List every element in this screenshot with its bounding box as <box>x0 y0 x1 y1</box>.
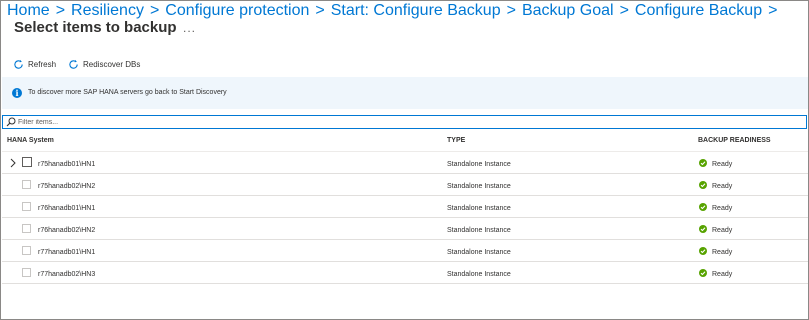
type-cell: Standalone Instance <box>447 161 511 168</box>
more-options-button[interactable]: ... <box>183 18 196 38</box>
breadcrumb-separator: > <box>506 2 516 19</box>
table-header: HANA System TYPE BACKUP READINESS <box>2 129 808 152</box>
readiness-cell: Ready <box>712 183 733 190</box>
hana-system-cell: r75hanadb01\HN1 <box>38 161 96 168</box>
filter-input[interactable] <box>16 117 806 127</box>
table-row[interactable]: r77hanadb01\HN1 Standalone Instance Read… <box>2 240 808 262</box>
breadcrumb-backup-goal[interactable]: Backup Goal <box>522 1 614 21</box>
column-header-backup-readiness[interactable]: BACKUP READINESS <box>698 137 771 144</box>
info-icon: i <box>12 88 22 98</box>
row-checkbox[interactable] <box>22 246 31 255</box>
check-circle-icon <box>699 247 707 255</box>
check-circle-icon <box>699 159 707 167</box>
table-row[interactable]: r76hanadb02\HN2 Standalone Instance Read… <box>2 218 808 240</box>
row-checkbox[interactable] <box>22 268 31 277</box>
readiness-cell: Ready <box>712 161 733 168</box>
readiness-cell: Ready <box>712 205 733 212</box>
hana-system-cell: r76hanadb02\HN2 <box>38 227 96 234</box>
readiness-cell: Ready <box>712 271 733 278</box>
refresh-icon <box>14 59 23 69</box>
type-cell: Standalone Instance <box>447 271 511 278</box>
blade-frame: Home > Resiliency > Configure protection… <box>0 0 809 320</box>
refresh-button[interactable]: Refresh <box>13 59 56 70</box>
check-circle-icon <box>699 269 707 277</box>
hana-system-cell: r75hanadb02\HN2 <box>38 183 96 190</box>
breadcrumb-separator: > <box>768 2 778 19</box>
type-cell: Standalone Instance <box>447 205 511 212</box>
check-circle-icon <box>699 203 707 211</box>
hana-system-cell: r77hanadb02\HN3 <box>38 271 96 278</box>
items-table: HANA System TYPE BACKUP READINESS r75han… <box>2 129 808 284</box>
readiness-cell: Ready <box>712 227 733 234</box>
table-row[interactable]: r77hanadb02\HN3 Standalone Instance Read… <box>2 262 808 284</box>
refresh-label: Refresh <box>28 59 57 69</box>
info-banner-text: To discover more SAP HANA servers go bac… <box>28 89 227 96</box>
check-circle-icon <box>699 225 707 233</box>
column-header-type[interactable]: TYPE <box>447 137 465 144</box>
breadcrumb-configure-backup[interactable]: Configure Backup <box>635 1 762 21</box>
rediscover-icon <box>69 59 78 69</box>
filter-box <box>2 115 807 129</box>
row-checkbox[interactable] <box>22 157 32 167</box>
search-icon <box>6 117 16 127</box>
info-banner: i To discover more SAP HANA servers go b… <box>2 77 808 109</box>
command-bar: Refresh Rediscover DBs <box>13 56 152 72</box>
row-checkbox[interactable] <box>22 224 31 233</box>
type-cell: Standalone Instance <box>447 183 511 190</box>
row-checkbox[interactable] <box>22 180 31 189</box>
breadcrumb-separator: > <box>315 2 325 19</box>
table-row[interactable]: r75hanadb01\HN1 Standalone Instance Read… <box>2 152 808 174</box>
row-checkbox[interactable] <box>22 202 31 211</box>
table-row[interactable]: r76hanadb01\HN1 Standalone Instance Read… <box>2 196 808 218</box>
type-cell: Standalone Instance <box>447 227 511 234</box>
breadcrumb-start-configure-backup[interactable]: Start: Configure Backup <box>331 1 501 21</box>
readiness-cell: Ready <box>712 249 733 256</box>
page-title: Select items to backup <box>14 19 177 36</box>
check-circle-icon <box>699 181 707 189</box>
type-cell: Standalone Instance <box>447 249 511 256</box>
rediscover-dbs-label: Rediscover DBs <box>83 59 141 69</box>
rediscover-dbs-button[interactable]: Rediscover DBs <box>68 59 140 70</box>
chevron-right-icon[interactable] <box>9 158 17 168</box>
hana-system-cell: r76hanadb01\HN1 <box>38 205 96 212</box>
table-row[interactable]: r75hanadb02\HN2 Standalone Instance Read… <box>2 174 808 196</box>
breadcrumb-separator: > <box>619 2 629 19</box>
column-header-hana-system[interactable]: HANA System <box>7 137 54 144</box>
hana-system-cell: r77hanadb01\HN1 <box>38 249 96 256</box>
